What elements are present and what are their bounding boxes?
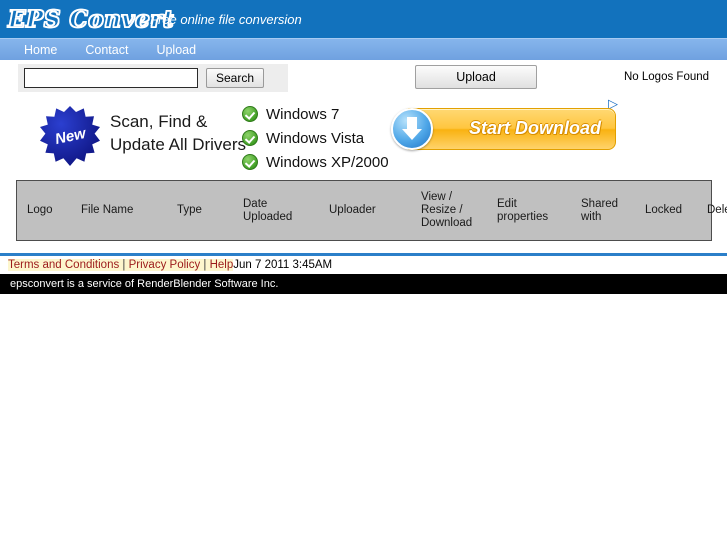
new-badge-icon: New (40, 106, 100, 166)
column-header-delete[interactable]: Delete (697, 181, 727, 240)
site-header: EPS Convert Free online file conversion (0, 0, 727, 38)
check-circle-icon (242, 130, 258, 146)
ad-headline: Scan, Find & Update All Drivers (110, 110, 246, 156)
column-header-file-name[interactable]: File Name (71, 181, 167, 240)
toolbar: Search Upload No Logos Found (0, 60, 727, 96)
nav-item-contact[interactable]: Contact (71, 43, 142, 57)
files-table-header-row: Logo File Name Type Date Uploaded Upload… (17, 181, 727, 240)
footer-link-help[interactable]: Help (209, 259, 234, 271)
search-input[interactable] (24, 68, 198, 88)
column-header-shared-with[interactable]: Shared with (571, 181, 635, 240)
column-header-logo[interactable]: Logo (17, 181, 71, 240)
ad-checklist: Windows 7 Windows Vista Windows XP/2000 (242, 102, 389, 174)
footer-link-privacy[interactable]: Privacy Policy (128, 259, 201, 271)
download-arrow-icon (391, 108, 433, 150)
column-header-view-resize-download[interactable]: View / Resize / Download (411, 181, 487, 240)
nav-item-upload[interactable]: Upload (142, 43, 210, 57)
start-download-button[interactable]: Start Download (391, 108, 616, 150)
check-circle-icon (242, 106, 258, 122)
column-header-date-uploaded[interactable]: Date Uploaded (233, 181, 319, 240)
start-download-label: Start Download (469, 118, 602, 138)
ad-checklist-label: Windows 7 (266, 105, 340, 123)
footer-notice: epsconvert is a service of RenderBlender… (0, 274, 727, 294)
ad-checklist-item: Windows XP/2000 (242, 150, 389, 174)
column-header-edit-properties[interactable]: Edit properties (487, 181, 571, 240)
ad-headline-line2: Update All Drivers (110, 135, 247, 154)
column-header-type[interactable]: Type (167, 181, 233, 240)
files-table: Logo File Name Type Date Uploaded Upload… (16, 180, 727, 241)
footer-link-terms[interactable]: Terms and Conditions (8, 259, 120, 271)
column-header-uploader[interactable]: Uploader (319, 181, 411, 240)
ad-headline-line1: Scan, Find & (110, 112, 208, 131)
ad-checklist-item: Windows Vista (242, 126, 389, 150)
new-badge-label: New (53, 124, 87, 148)
advertisement-banner[interactable]: ▷ New Scan, Find & Update All Drivers Wi… (18, 96, 658, 174)
nav-item-home[interactable]: Home (10, 43, 71, 57)
main-navigation: Home Contact Upload (0, 38, 727, 60)
ad-checklist-label: Windows Vista (266, 129, 365, 147)
status-no-logos: No Logos Found (624, 71, 710, 83)
ad-checklist-label: Windows XP/2000 (266, 153, 389, 171)
search-panel: Search (18, 64, 288, 92)
footer-separator: | (200, 259, 210, 271)
column-header-locked[interactable]: Locked (635, 181, 697, 240)
ad-checklist-item: Windows 7 (242, 102, 389, 126)
upload-button[interactable]: Upload (415, 65, 537, 89)
site-tagline: Free online file conversion (150, 12, 302, 27)
search-button[interactable]: Search (206, 68, 265, 88)
footer-timestamp: Jun 7 2011 3:45AM (233, 259, 333, 271)
footer-links: Terms and Conditions | Privacy Policy | … (0, 256, 727, 274)
check-circle-icon (242, 154, 258, 170)
footer-separator: | (119, 259, 129, 271)
